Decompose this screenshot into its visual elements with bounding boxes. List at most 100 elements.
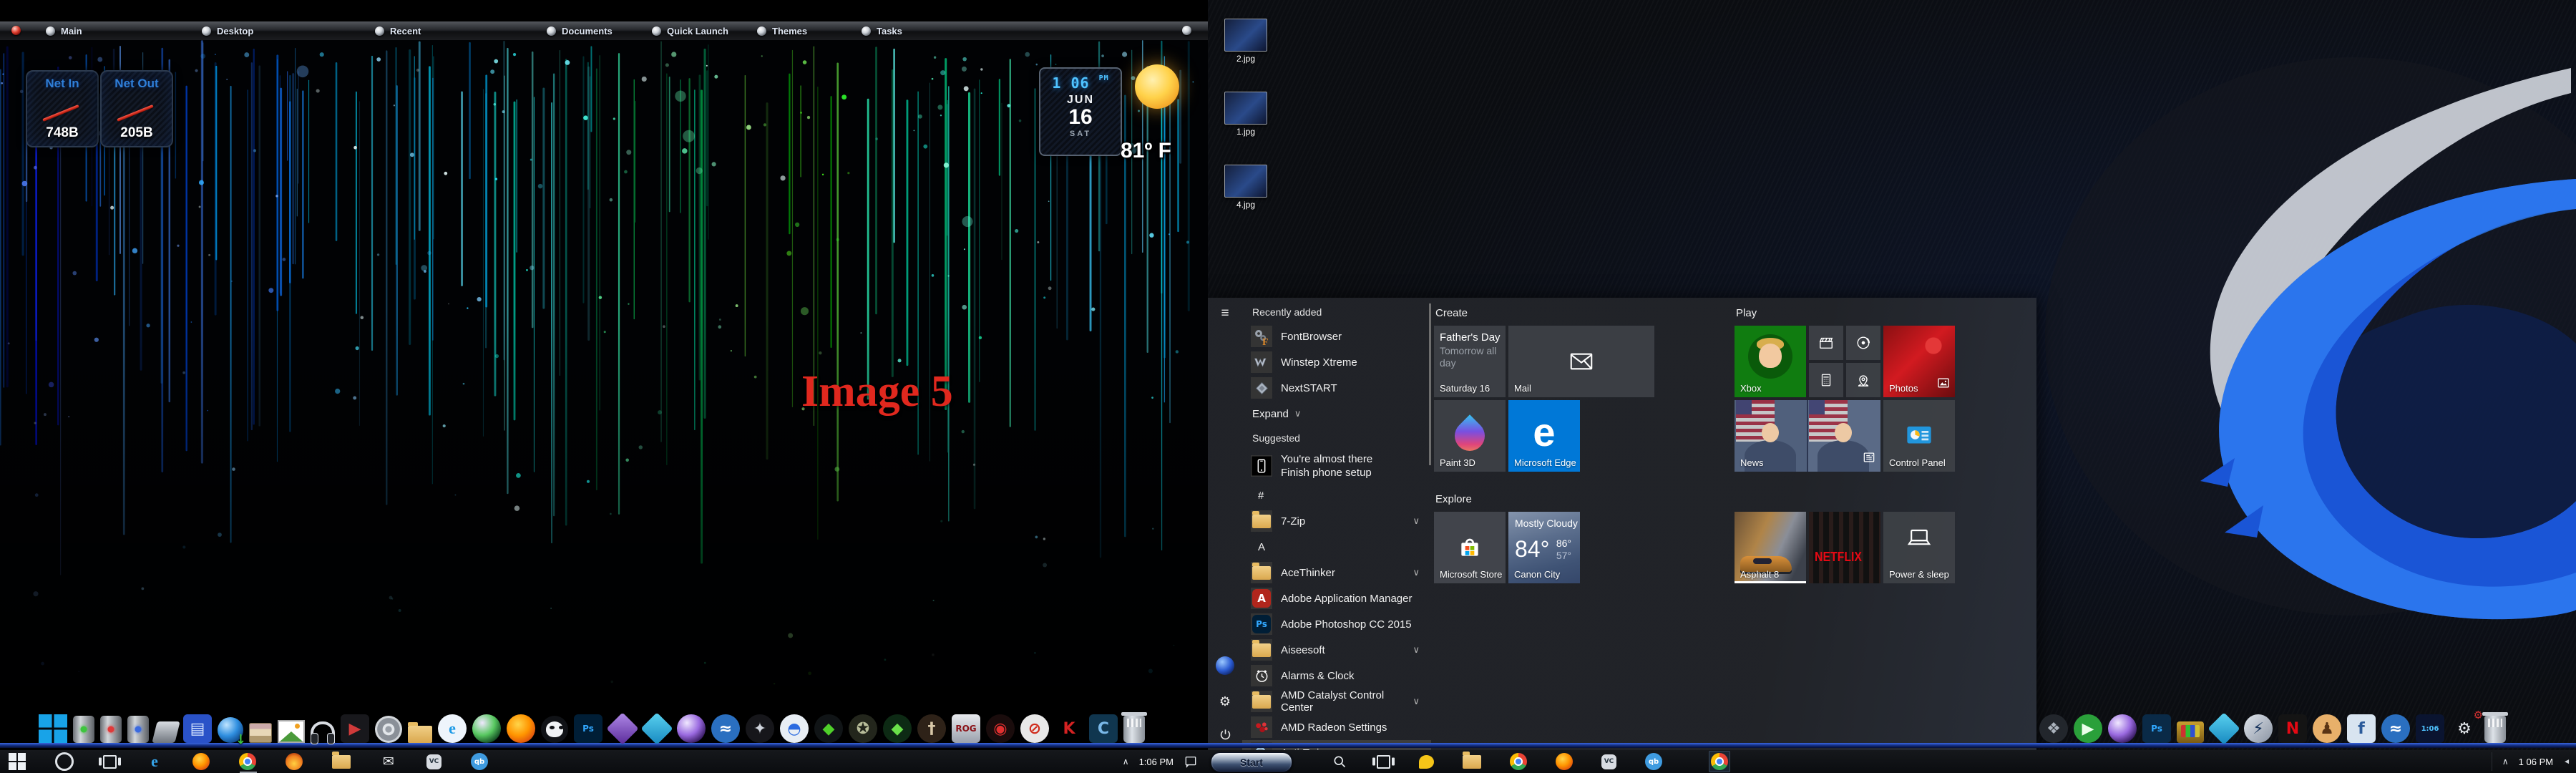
drive-red-icon[interactable]: [100, 716, 122, 743]
sphere-purple-icon[interactable]: [2108, 714, 2137, 743]
nightly-taskbar-icon[interactable]: [286, 753, 303, 770]
chevron-down-icon[interactable]: ∨: [1413, 644, 1420, 656]
menubar-end-orb[interactable]: [1182, 26, 1191, 35]
vc-taskbar-icon[interactable]: VC: [426, 754, 441, 769]
tile-mail[interactable]: Mail: [1508, 326, 1654, 397]
desktop-icon-1.jpg[interactable]: 1.jpg: [1215, 92, 1277, 137]
action-center-icon[interactable]: [1184, 754, 1198, 769]
film-reel-icon[interactable]: ❖: [2039, 714, 2068, 743]
firefox-dock-icon[interactable]: [507, 714, 535, 743]
qbittorrent-icon[interactable]: qb: [1645, 753, 1662, 770]
start-button[interactable]: Start: [1211, 752, 1292, 772]
chrome-taskbar-icon[interactable]: [239, 753, 256, 770]
cod-game-icon[interactable]: ✪: [849, 714, 877, 743]
chevron-down-icon[interactable]: ∨: [1413, 696, 1420, 707]
rpg-game-icon[interactable]: †: [917, 714, 946, 743]
tile-group-header-explore[interactable]: Explore: [1435, 493, 1472, 505]
show-hidden-chevron[interactable]: ∧: [1123, 757, 1129, 767]
globe-download-icon[interactable]: [218, 717, 243, 743]
tile-photos[interactable]: Photos: [1883, 326, 1955, 397]
windows-dock-icon[interactable]: [39, 714, 67, 743]
file-explorer-icon[interactable]: [332, 755, 351, 769]
menubar-item-main[interactable]: Main: [46, 21, 82, 40]
tile-news[interactable]: News: [1735, 400, 1880, 472]
menubar-item-quick-launch[interactable]: Quick Launch: [652, 21, 728, 40]
cortana-button[interactable]: [55, 752, 74, 771]
task-view-button[interactable]: [1377, 755, 1390, 769]
app-item-winstep-xtreme[interactable]: Winstep Xtreme: [1242, 349, 1431, 375]
kodi-dock-icon[interactable]: [2207, 712, 2240, 744]
sims4-icon[interactable]: ◆: [883, 714, 912, 743]
lightning-disc-icon[interactable]: ⚡: [2244, 714, 2273, 743]
tile-netflix[interactable]: NETFLIX: [1809, 512, 1880, 583]
menubar-item-recent[interactable]: Recent: [375, 21, 421, 40]
app-item-adobe-application-manager[interactable]: AAdobe Application Manager: [1242, 585, 1431, 611]
speech-bubble-icon[interactable]: [1419, 755, 1434, 769]
retro-tv-icon[interactable]: [2177, 721, 2204, 743]
drive-green-icon[interactable]: [73, 716, 94, 743]
tile-store[interactable]: Microsoft Store: [1434, 512, 1506, 583]
k-app-icon[interactable]: K: [1055, 714, 1083, 743]
clock-widget-icon[interactable]: 1:06: [2416, 714, 2444, 743]
taskbar-clock[interactable]: 1:06 PM: [1139, 757, 1174, 767]
chrome-taskbar-icon[interactable]: [1510, 753, 1527, 770]
task-view-button[interactable]: [103, 755, 117, 769]
qbittorrent-icon[interactable]: qb: [471, 753, 488, 770]
movies-icon[interactable]: ▶: [341, 714, 369, 743]
asus-rog-icon[interactable]: ROG: [952, 714, 980, 743]
tile-power-sleep[interactable]: Power & sleep: [1883, 512, 1955, 583]
openoffice-dock-icon[interactable]: ≈: [711, 714, 740, 743]
firefox-taskbar-icon[interactable]: [1556, 753, 1573, 770]
app-item-aiseesoft[interactable]: Aiseesoft∨: [1242, 637, 1431, 663]
recycle-bin-full-icon[interactable]: [2484, 716, 2506, 743]
sims-icon[interactable]: ◆: [814, 714, 843, 743]
folder-orange-icon[interactable]: [408, 726, 432, 743]
suggested-item[interactable]: You're almost thereFinish phone setup: [1242, 449, 1431, 482]
app-list-scrollbar[interactable]: [1429, 303, 1431, 465]
chevron-down-icon[interactable]: ∨: [1413, 515, 1420, 527]
tile-maps[interactable]: [1846, 363, 1880, 397]
app-item-fontbrowser[interactable]: FFontBrowser: [1242, 324, 1431, 349]
desktop-icon-4.jpg[interactable]: 4.jpg: [1215, 165, 1277, 210]
menu-hamburger-button[interactable]: ≡: [1214, 302, 1236, 325]
tile-group-header-create[interactable]: Create: [1435, 307, 1468, 319]
tile-calendar[interactable]: Father's DayTomorrow all daySaturday 16: [1434, 326, 1506, 397]
gauge-icon[interactable]: ◉: [986, 714, 1015, 743]
fontframe-icon[interactable]: f: [2347, 714, 2376, 743]
settings-gear-icon[interactable]: ⚙: [1214, 690, 1236, 713]
tile-weather[interactable]: Mostly Cloudy84°86°57°Canon City: [1508, 512, 1580, 583]
user-avatar[interactable]: [1214, 654, 1236, 677]
tile-groove-music[interactable]: [1846, 326, 1880, 360]
chrome-running-icon[interactable]: [1711, 753, 1728, 770]
diamond-purple-icon[interactable]: [606, 712, 638, 744]
tile-asphalt8[interactable]: Asphalt 8: [1735, 512, 1806, 583]
chevron-down-icon[interactable]: ∨: [1413, 567, 1420, 578]
netflix-dock-icon[interactable]: N: [2278, 714, 2307, 743]
tile-calculator[interactable]: [1809, 363, 1843, 397]
sphere-green-icon[interactable]: [472, 714, 501, 743]
calculator-dock-icon[interactable]: ▤: [183, 714, 212, 743]
edge-dock-icon[interactable]: e: [438, 714, 467, 743]
tile-paint3d[interactable]: Paint 3D: [1434, 400, 1506, 472]
vc-taskbar-icon[interactable]: VC: [1601, 754, 1616, 769]
desktop-icon-2.jpg[interactable]: 2.jpg: [1215, 19, 1277, 64]
menubar-item-tasks[interactable]: Tasks: [862, 21, 902, 40]
running-app-chrome-running-icon[interactable]: [1709, 751, 1730, 772]
sumo-icon[interactable]: ♟: [2313, 714, 2341, 743]
c-app-icon[interactable]: C: [1089, 714, 1118, 743]
recycle-bin-full-icon[interactable]: [1123, 716, 1145, 743]
mail-taskbar-icon[interactable]: ✉: [380, 753, 397, 770]
taskbar-clock[interactable]: 1 06 PM: [2519, 757, 2553, 767]
pictures-icon[interactable]: [278, 720, 305, 743]
app-item-amd-radeon-settings[interactable]: AMD Radeon Settings: [1242, 714, 1431, 740]
app-item-7-zip[interactable]: 7-Zip∨: [1242, 508, 1431, 534]
firefox-taskbar-icon[interactable]: [192, 753, 210, 770]
tile-xbox[interactable]: Xbox: [1735, 326, 1806, 397]
game-icon[interactable]: ✦: [746, 714, 774, 743]
menubar-item-desktop[interactable]: Desktop: [202, 21, 253, 40]
menubar-item-themes[interactable]: Themes: [757, 21, 807, 40]
expand-button[interactable]: Expand∨: [1242, 401, 1431, 427]
tile-movies-tv[interactable]: [1809, 326, 1843, 360]
headphones-icon[interactable]: [311, 721, 335, 743]
documents-stack-icon[interactable]: [249, 723, 272, 743]
